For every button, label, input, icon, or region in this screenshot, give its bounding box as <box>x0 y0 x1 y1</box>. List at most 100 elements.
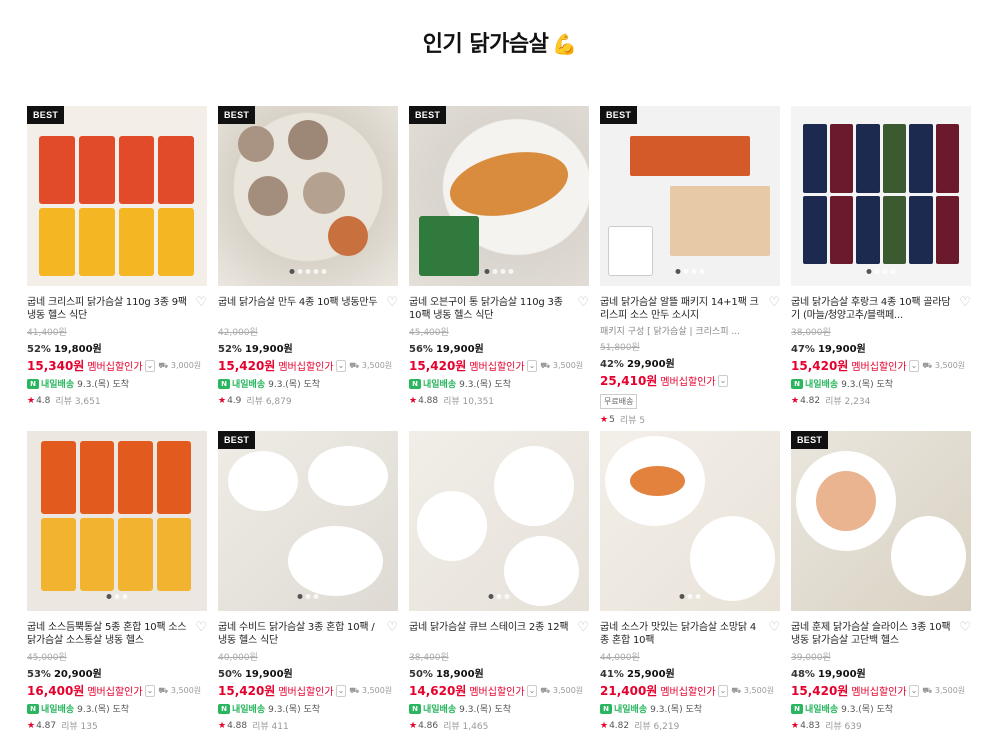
chevron-down-icon[interactable]: ⌄ <box>335 684 347 697</box>
carousel-dot[interactable] <box>683 269 689 274</box>
heart-icon[interactable]: ♡ <box>577 296 589 322</box>
carousel-dot[interactable] <box>297 594 303 599</box>
carousel-dots[interactable] <box>675 269 705 274</box>
review-count[interactable]: 리뷰 3,651 <box>55 394 100 407</box>
carousel-dot[interactable] <box>321 269 327 274</box>
chevron-down-icon[interactable]: ⌄ <box>908 359 920 372</box>
carousel-dots[interactable] <box>289 269 327 274</box>
carousel-dots[interactable] <box>679 594 701 599</box>
product-card[interactable]: BEST 굽네 크리스피 닭가슴살 110g 3종 9팩 냉동 헬스 식단 ♡ 41,… <box>27 106 207 407</box>
product-image[interactable]: BEST <box>600 106 780 286</box>
heart-icon[interactable]: ♡ <box>386 296 398 322</box>
carousel-dot[interactable] <box>492 269 498 274</box>
carousel-dot[interactable] <box>675 269 681 274</box>
chevron-down-icon[interactable]: ⌄ <box>526 359 538 372</box>
carousel-dot[interactable] <box>874 269 880 274</box>
carousel-dot[interactable] <box>305 594 311 599</box>
carousel-dot[interactable] <box>114 594 120 599</box>
chevron-down-icon[interactable]: ⌄ <box>335 359 347 372</box>
heart-icon[interactable]: ♡ <box>959 621 971 647</box>
carousel-dot[interactable] <box>695 594 701 599</box>
product-card[interactable]: BEST 굽네 수비드 닭가슴살 3종 혼합 10팩 / 냉동 헬스 식단 ♡ 40,… <box>218 431 398 732</box>
member-price-row: 15,420원 멤버십할인가 ⌄ ⛟ 3,500원 <box>791 682 971 699</box>
product-card[interactable]: BEST 굽네 닭가슴살 만두 4종 10팩 냉동만두 ♡ 42,000원 52% 19,… <box>218 106 398 407</box>
carousel-dot[interactable] <box>504 594 510 599</box>
carousel-dot[interactable] <box>679 594 685 599</box>
carousel-dot[interactable] <box>297 269 303 274</box>
carousel-dot[interactable] <box>687 594 693 599</box>
product-image[interactable]: BEST <box>218 431 398 611</box>
heart-icon[interactable]: ♡ <box>386 621 398 647</box>
chevron-down-icon[interactable]: ⌄ <box>144 359 156 372</box>
review-count[interactable]: 리뷰 6,219 <box>634 719 679 732</box>
carousel-dot[interactable] <box>699 269 705 274</box>
carousel-dot[interactable] <box>305 269 311 274</box>
product-image[interactable] <box>27 431 207 611</box>
product-name[interactable]: 굽네 크리스피 닭가슴살 110g 3종 9팩 냉동 헬스 식단 <box>27 296 187 322</box>
carousel-dot[interactable] <box>866 269 872 274</box>
carousel-dots[interactable] <box>297 594 319 599</box>
product-name[interactable]: 굽네 수비드 닭가슴살 3종 혼합 10팩 / 냉동 헬스 식단 <box>218 621 378 647</box>
carousel-dot[interactable] <box>500 269 506 274</box>
heart-icon[interactable]: ♡ <box>959 296 971 322</box>
product-card[interactable]: 굽네 소스가 맛있는 닭가슴살 소망닭 4종 혼합 10팩 ♡ 44,000원 41%… <box>600 431 780 732</box>
chevron-down-icon[interactable]: ⌄ <box>144 684 156 697</box>
carousel-dots[interactable] <box>484 269 514 274</box>
chevron-down-icon[interactable]: ⌄ <box>908 684 920 697</box>
carousel-dot[interactable] <box>882 269 888 274</box>
product-card[interactable]: 굽네 닭가슴살 후랑크 4종 10팩 골라담기 (마늘/청양고추/블랙페... ♡… <box>791 106 971 407</box>
product-name[interactable]: 굽네 닭가슴살 만두 4종 10팩 냉동만두 <box>218 296 378 322</box>
heart-icon[interactable]: ♡ <box>195 621 207 647</box>
product-image[interactable]: BEST <box>409 106 589 286</box>
original-price: 39,000원 <box>791 653 831 663</box>
carousel-dot[interactable] <box>484 269 490 274</box>
carousel-dots[interactable] <box>866 269 896 274</box>
chevron-down-icon[interactable]: ⌄ <box>717 374 729 387</box>
carousel-dots[interactable] <box>488 594 510 599</box>
carousel-dot[interactable] <box>122 594 128 599</box>
review-count[interactable]: 리뷰 2,234 <box>825 394 870 407</box>
carousel-dot[interactable] <box>313 269 319 274</box>
review-count[interactable]: 리뷰 10,351 <box>443 394 494 407</box>
product-card[interactable]: 굽네 닭가슴살 큐브 스테이크 2종 12팩 ♡ 38,400원 50% 18,900원… <box>409 431 589 732</box>
review-count[interactable]: 리뷰 6,879 <box>246 394 291 407</box>
carousel-dot[interactable] <box>691 269 697 274</box>
product-name[interactable]: 굽네 훈제 닭가슴살 슬라이스 3종 10팩 냉동 닭가슴살 고단백 헬스 <box>791 621 951 647</box>
heart-icon[interactable]: ♡ <box>195 296 207 322</box>
chevron-down-icon[interactable]: ⌄ <box>526 684 538 697</box>
product-name[interactable]: 굽네 소스가 맛있는 닭가슴살 소망닭 4종 혼합 10팩 <box>600 621 760 647</box>
carousel-dots[interactable] <box>106 594 128 599</box>
product-name[interactable]: 굽네 닭가슴살 큐브 스테이크 2종 12팩 <box>409 621 569 647</box>
product-image[interactable]: BEST <box>791 431 971 611</box>
product-image[interactable]: BEST <box>218 106 398 286</box>
review-count[interactable]: 리뷰 1,465 <box>443 719 488 732</box>
product-name[interactable]: 굽네 닭가슴살 후랑크 4종 10팩 골라담기 (마늘/청양고추/블랙페... <box>791 296 951 322</box>
product-name[interactable]: 굽네 소스듬뿍통살 5종 혼합 10팩 소스닭가슴살 소스통살 냉동 헬스 <box>27 621 187 647</box>
product-card[interactable]: BEST 굽네 오븐구이 통 닭가슴살 110g 3종 10팩 냉동 헬스 식단 ♡… <box>409 106 589 407</box>
review-count[interactable]: 리뷰 639 <box>825 719 862 732</box>
product-name[interactable]: 굽네 닭가슴살 알뜰 패키지 14+1팩 크리스피 소스 만두 소시지 <box>600 296 760 322</box>
product-card[interactable]: BEST 굽네 훈제 닭가슴살 슬라이스 3종 10팩 냉동 닭가슴살 고단백 헬… <box>791 431 971 732</box>
product-image[interactable] <box>791 106 971 286</box>
carousel-dot[interactable] <box>488 594 494 599</box>
product-image[interactable] <box>600 431 780 611</box>
carousel-dot[interactable] <box>289 269 295 274</box>
product-image[interactable]: BEST <box>27 106 207 286</box>
carousel-dot[interactable] <box>106 594 112 599</box>
review-count[interactable]: 리뷰 411 <box>252 719 289 732</box>
heart-icon[interactable]: ♡ <box>768 296 780 322</box>
product-card[interactable]: BEST 굽네 닭가슴살 알뜰 패키지 14+1팩 크리스피 소스 만두 소시지 ♡… <box>600 106 780 426</box>
chevron-down-icon[interactable]: ⌄ <box>717 684 729 697</box>
carousel-dot[interactable] <box>890 269 896 274</box>
carousel-dot[interactable] <box>496 594 502 599</box>
review-count[interactable]: 리뷰 5 <box>620 413 645 426</box>
product-name[interactable]: 굽네 오븐구이 통 닭가슴살 110g 3종 10팩 냉동 헬스 식단 <box>409 296 569 322</box>
heart-icon[interactable]: ♡ <box>577 621 589 647</box>
product-card[interactable]: 굽네 소스듬뿍통살 5종 혼합 10팩 소스닭가슴살 소스통살 냉동 헬스 ♡ 45… <box>27 431 207 732</box>
carousel-dot[interactable] <box>313 594 319 599</box>
review-count[interactable]: 리뷰 135 <box>61 719 98 732</box>
carousel-dot[interactable] <box>508 269 514 274</box>
heart-icon[interactable]: ♡ <box>768 621 780 647</box>
rating-value: 4.82 <box>609 720 630 731</box>
product-image[interactable] <box>409 431 589 611</box>
